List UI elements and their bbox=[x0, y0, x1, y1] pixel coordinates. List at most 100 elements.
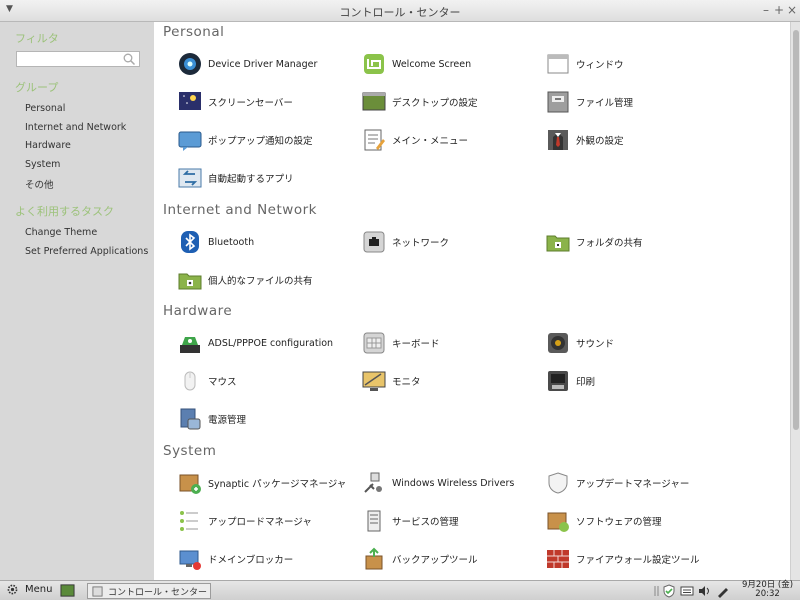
item-file-manager[interactable]: ファイル管理 bbox=[546, 89, 633, 115]
taskbar-window-label: コントロール・センター bbox=[108, 587, 208, 598]
section-title-personal: Personal bbox=[163, 24, 225, 40]
update-shield-icon[interactable] bbox=[662, 584, 676, 598]
tasks-heading: よく利用するタスク bbox=[15, 205, 114, 218]
network-icon bbox=[363, 231, 385, 253]
item-keyboard[interactable]: キーボード bbox=[362, 330, 440, 356]
item-printer[interactable]: 印刷 bbox=[546, 368, 595, 394]
item-firewall[interactable]: ファイアウォール設定ツール bbox=[546, 546, 700, 572]
item-services[interactable]: サービスの管理 bbox=[362, 508, 459, 534]
mouse-icon bbox=[184, 371, 196, 391]
taskbar-window-button[interactable]: コントロール・センター bbox=[87, 583, 211, 599]
adsl-icon bbox=[180, 337, 200, 353]
sidebar: フィルタ グループ Personal Internet and Network … bbox=[0, 22, 154, 580]
sound-icon bbox=[548, 333, 568, 353]
sidebar-item-hardware[interactable]: Hardware bbox=[25, 140, 71, 151]
item-synaptic[interactable]: Synaptic パッケージマネージャ bbox=[178, 470, 346, 496]
printer-icon bbox=[548, 371, 568, 391]
window-title: コントロール・センター bbox=[339, 6, 461, 19]
main-menu-icon bbox=[364, 129, 385, 151]
backup-icon bbox=[365, 547, 383, 570]
item-startup-apps[interactable]: 自動起動するアプリ bbox=[178, 165, 294, 191]
sidebar-item-personal[interactable]: Personal bbox=[25, 103, 65, 114]
domain-blocker-icon bbox=[179, 550, 201, 570]
item-power-management[interactable]: 電源管理 bbox=[178, 406, 246, 432]
wireless-drivers-icon bbox=[364, 472, 382, 493]
item-bluetooth[interactable]: Bluetooth bbox=[178, 229, 254, 255]
device-driver-icon bbox=[179, 53, 201, 75]
item-monitor[interactable]: モニタ bbox=[362, 368, 421, 394]
notification-icon bbox=[178, 131, 202, 151]
screensaver-icon bbox=[179, 92, 201, 110]
keyboard-icon bbox=[363, 332, 385, 354]
item-update-manager[interactable]: アップデートマネージャー bbox=[546, 470, 689, 496]
personal-file-share-icon bbox=[178, 273, 202, 290]
item-window[interactable]: ウィンドウ bbox=[546, 51, 624, 77]
desktop-icon bbox=[362, 92, 386, 111]
keyboard-layout-icon[interactable] bbox=[680, 584, 694, 598]
section-title-hardware: Hardware bbox=[163, 303, 233, 319]
scrollbar-thumb[interactable] bbox=[793, 30, 799, 430]
main-panel: Personal Device Driver Manager Welcome S… bbox=[154, 22, 790, 580]
sidebar-item-system[interactable]: System bbox=[25, 159, 60, 170]
maximize-button[interactable]: + bbox=[773, 3, 785, 17]
network-status-icon[interactable] bbox=[716, 584, 730, 598]
item-screensaver[interactable]: スクリーンセーバー bbox=[178, 89, 293, 115]
menu-label: Menu bbox=[25, 584, 53, 595]
item-adsl-pppoe[interactable]: ADSL/PPPOE configuration bbox=[178, 330, 333, 356]
item-software-manager[interactable]: ソフトウェアの管理 bbox=[546, 508, 662, 534]
clock-time: 20:32 bbox=[755, 589, 780, 599]
filter-input[interactable] bbox=[17, 58, 117, 72]
item-windows-wireless-drivers[interactable]: Windows Wireless Drivers bbox=[362, 470, 514, 496]
item-popup-notification[interactable]: ポップアップ通知の設定 bbox=[178, 127, 313, 153]
synaptic-icon bbox=[179, 474, 201, 494]
item-welcome-screen[interactable]: Welcome Screen bbox=[362, 51, 471, 77]
services-icon bbox=[367, 510, 381, 532]
taskbar: Menu コントロール・センター 9月20日 (金) 20:32 bbox=[0, 580, 800, 600]
clock[interactable]: 9月20日 (金) 20:32 bbox=[742, 581, 793, 599]
search-icon[interactable] bbox=[122, 52, 136, 66]
filter-heading: フィルタ bbox=[15, 32, 59, 45]
minimize-button[interactable]: – bbox=[760, 3, 772, 17]
section-title-system: System bbox=[163, 443, 217, 459]
section-title-internet-network: Internet and Network bbox=[163, 202, 317, 218]
item-domain-blocker[interactable]: ドメインブロッカー bbox=[178, 546, 293, 572]
startup-apps-icon bbox=[178, 168, 202, 188]
item-network[interactable]: ネットワーク bbox=[362, 229, 449, 255]
folder-share-icon bbox=[546, 235, 570, 252]
window-titlebar: ▼ コントロール・センター – + × bbox=[0, 0, 800, 22]
item-personal-file-share[interactable]: 個人的なファイルの共有 bbox=[178, 267, 313, 293]
item-sound[interactable]: サウンド bbox=[546, 330, 614, 356]
item-main-menu[interactable]: メイン・メニュー bbox=[362, 127, 468, 153]
software-manager-icon bbox=[547, 512, 569, 532]
start-menu-button[interactable]: Menu bbox=[6, 583, 52, 596]
item-device-driver-manager[interactable]: Device Driver Manager bbox=[178, 51, 317, 77]
file-manager-icon bbox=[547, 91, 569, 113]
item-folder-share[interactable]: フォルダの共有 bbox=[546, 229, 643, 255]
firewall-icon bbox=[547, 550, 569, 568]
upload-manager-icon bbox=[180, 511, 198, 531]
task-change-theme[interactable]: Change Theme bbox=[25, 227, 97, 238]
power-management-icon bbox=[180, 408, 201, 430]
window-icon bbox=[547, 54, 569, 74]
close-button[interactable]: × bbox=[786, 3, 798, 17]
volume-icon[interactable] bbox=[697, 584, 711, 598]
task-set-preferred-apps[interactable]: Set Preferred Applications bbox=[25, 246, 148, 257]
mint-logo-icon bbox=[364, 54, 384, 74]
monitor-icon bbox=[362, 371, 386, 391]
item-mouse[interactable]: マウス bbox=[178, 368, 237, 394]
appearance-icon bbox=[548, 130, 568, 150]
item-desktop-settings[interactable]: デスクトップの設定 bbox=[362, 89, 478, 115]
filter-field[interactable] bbox=[16, 51, 140, 72]
sidebar-item-other[interactable]: その他 bbox=[25, 177, 54, 191]
bluetooth-icon bbox=[181, 231, 199, 253]
sidebar-item-internet-network[interactable]: Internet and Network bbox=[25, 122, 126, 133]
item-backup-tool[interactable]: バックアップツール bbox=[362, 546, 478, 572]
groups-heading: グループ bbox=[15, 81, 59, 94]
gear-icon bbox=[7, 584, 18, 595]
vertical-scrollbar[interactable] bbox=[790, 22, 800, 580]
show-desktop-icon[interactable] bbox=[60, 583, 75, 598]
update-manager-icon bbox=[548, 472, 568, 494]
item-upload-manager[interactable]: アップロードマネージャ bbox=[178, 508, 312, 534]
item-appearance[interactable]: 外観の設定 bbox=[546, 127, 624, 153]
control-center-icon bbox=[92, 585, 103, 597]
